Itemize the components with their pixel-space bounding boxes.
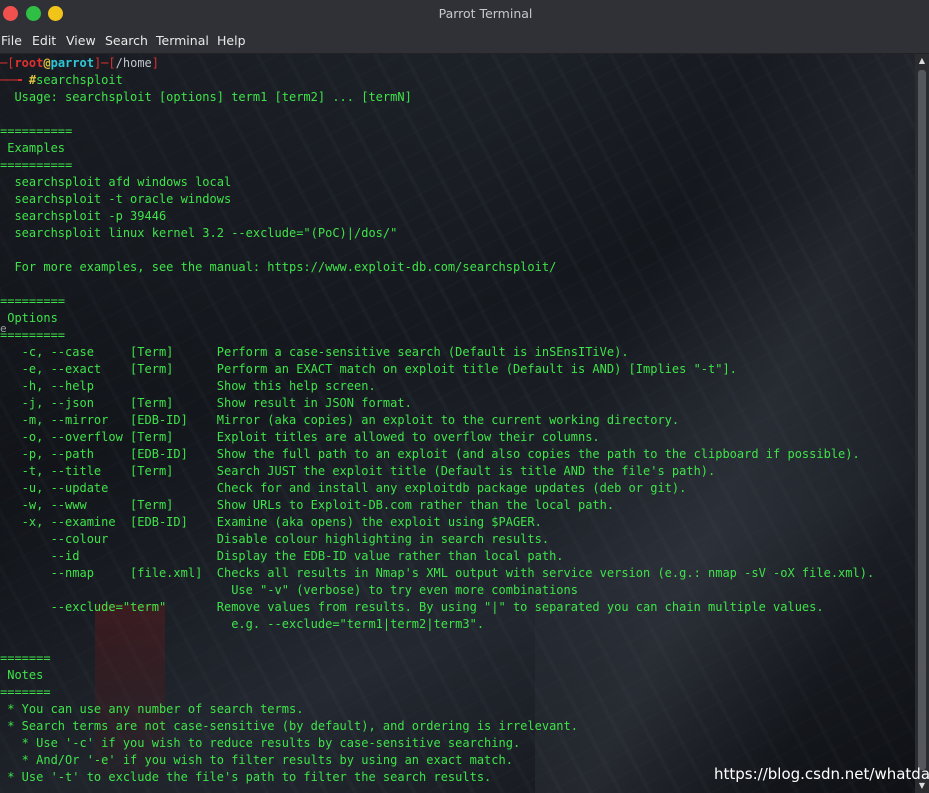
- output-line: searchsploit afd windows local: [0, 175, 232, 189]
- menu-help[interactable]: Help: [217, 28, 246, 53]
- output-line: -x, --examine [EDB-ID] Examine (aka open…: [0, 515, 542, 529]
- output-line: * Use '-t' to exclude the file's path to…: [0, 770, 492, 784]
- menu-bar: File Edit View Search Terminal Help: [0, 28, 929, 54]
- output-line: --id Display the EDB-ID value rather tha…: [0, 549, 564, 563]
- output-line: For more examples, see the manual: https…: [0, 260, 557, 274]
- output-line: =========: [0, 294, 66, 308]
- terminal-output-area[interactable]: ─[root@parrot]─[/home] ──╼ #searchsploit…: [0, 54, 915, 793]
- watermark-text: https://blog.csdn.net/whatday: [714, 765, 929, 783]
- window-titlebar: Parrot Terminal: [0, 0, 929, 28]
- output-line: Options: [0, 311, 58, 325]
- output-line: -t, --title [Term] Search JUST the explo…: [0, 464, 716, 478]
- menu-edit[interactable]: Edit: [32, 28, 56, 53]
- output-line: --colour Disable colour highlighting in …: [0, 532, 550, 546]
- output-line: Examples: [0, 141, 66, 155]
- output-line: -o, --overflow [Term] Exploit titles are…: [0, 430, 600, 444]
- output-line: * You can use any number of search terms…: [0, 702, 304, 716]
- output-line: -e, --exact [Term] Perform an EXACT matc…: [0, 362, 737, 376]
- output-line: ==========: [0, 158, 73, 172]
- output-line: -m, --mirror [EDB-ID] Mirror (aka copies…: [0, 413, 680, 427]
- menu-search[interactable]: Search: [105, 28, 148, 53]
- output-line: * And/Or '-e' if you wish to filter resu…: [0, 753, 513, 767]
- output-line: =========: [0, 328, 66, 342]
- output-line: -h, --help Show this help screen.: [0, 379, 376, 393]
- output-line: ==========: [0, 124, 73, 138]
- output-line: -p, --path [EDB-ID] Show the full path t…: [0, 447, 860, 461]
- output-line: e.g. --exclude="term1|term2|term3".: [0, 617, 485, 631]
- output-line: Usage: searchsploit [options] term1 [ter…: [0, 90, 412, 104]
- menu-terminal[interactable]: Terminal: [156, 28, 209, 53]
- output-line: * Use '-c' if you wish to reduce results…: [0, 736, 521, 750]
- output-line: Use "-v" (verbose) to try even more comb…: [0, 583, 578, 597]
- window-title: Parrot Terminal: [438, 6, 533, 21]
- output-line: --exclude="term" Remove values from resu…: [0, 600, 824, 614]
- scroll-up-arrow-icon[interactable]: ▲: [915, 54, 929, 68]
- left-edge-glyph: e: [0, 322, 6, 335]
- menu-view[interactable]: View: [66, 28, 96, 53]
- output-line: =======: [0, 685, 51, 699]
- scrollbar-thumb[interactable]: [918, 70, 926, 770]
- output-line: searchsploit linux kernel 3.2 --exclude=…: [0, 226, 398, 240]
- prompt-line-2: ──╼ #searchsploit: [0, 73, 123, 87]
- output-line: searchsploit -p 39446: [0, 209, 167, 223]
- output-line: --nmap [file.xml] Checks all results in …: [0, 566, 875, 580]
- output-line: * Search terms are not case-sensitive (b…: [0, 719, 578, 733]
- output-line: -u, --update Check for and install any e…: [0, 481, 687, 495]
- menu-file[interactable]: File: [1, 28, 22, 53]
- output-line: -c, --case [Term] Perform a case-sensiti…: [0, 345, 629, 359]
- output-line: =======: [0, 651, 51, 665]
- output-line: -j, --json [Term] Show result in JSON fo…: [0, 396, 412, 410]
- output-line: -w, --www [Term] Show URLs to Exploit-DB…: [0, 498, 615, 512]
- output-line: searchsploit -t oracle windows: [0, 192, 232, 206]
- prompt-line-1: ─[root@parrot]─[/home]: [0, 56, 159, 70]
- output-line: Notes: [0, 668, 44, 682]
- vertical-scrollbar[interactable]: ▲ ▼: [915, 54, 929, 793]
